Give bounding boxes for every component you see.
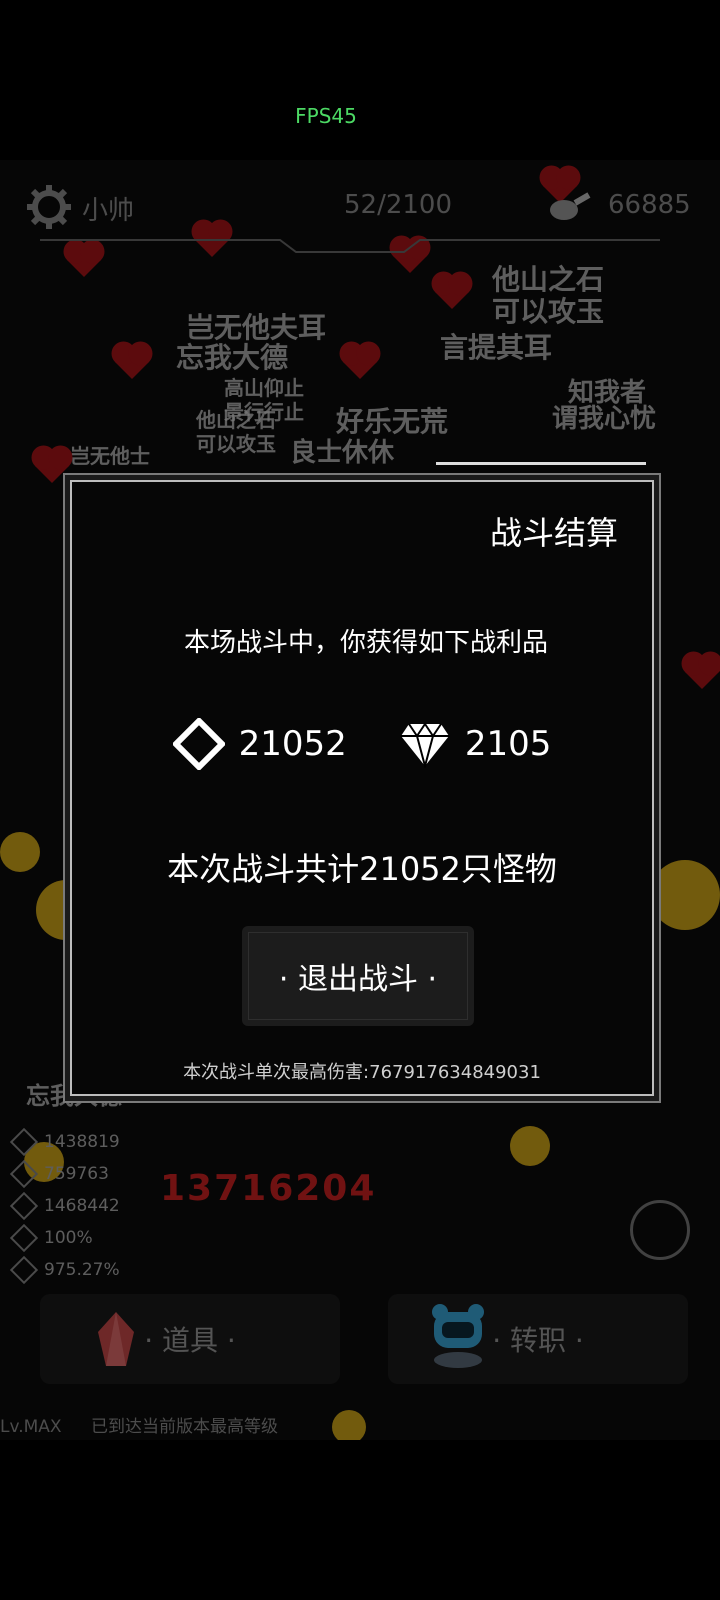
dialog-tab-decoration — [436, 462, 646, 479]
reward-item: 21052 — [172, 718, 347, 770]
monster-kill-count: 本次战斗共计21052只怪物 — [167, 850, 557, 888]
dialog-title: 战斗结算 — [489, 514, 618, 552]
loot-intro-text: 本场战斗中，你获得如下战利品 — [183, 628, 548, 658]
reward-list: 21052 2105 — [72, 718, 652, 770]
diamond-outline-icon — [172, 718, 225, 770]
exit-battle-label: · 退出战斗 · — [278, 962, 438, 997]
reward-value: 21052 — [238, 724, 347, 764]
reward-item: 2105 — [399, 720, 552, 768]
exit-battle-button[interactable]: · 退出战斗 · — [242, 926, 474, 1026]
reward-value: 2105 — [464, 724, 552, 764]
gem-icon — [400, 722, 449, 768]
fps-counter: FPS45 — [295, 104, 357, 128]
max-damage-text: 本次战斗单次最高伤害:767917634849031 — [183, 1062, 541, 1083]
battle-result-dialog: 战斗结算 本场战斗中，你获得如下战利品 21052 2105 本次战斗共计210… — [70, 462, 654, 1096]
